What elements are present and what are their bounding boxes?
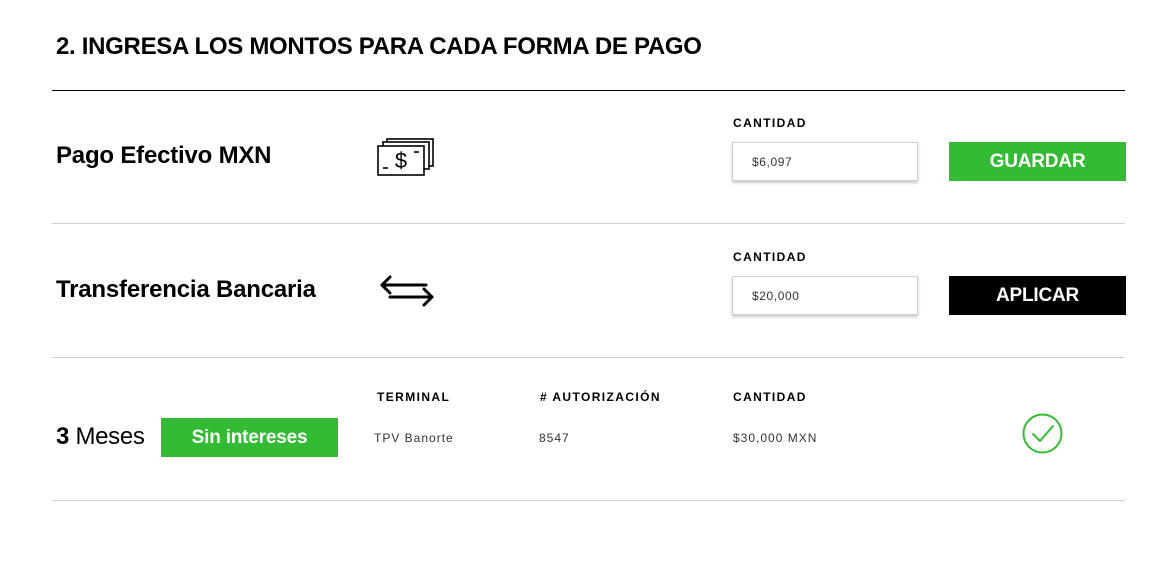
transfer-arrows-icon [380,275,436,314]
months-number: 3 [56,423,70,450]
cash-icon: $ [377,138,435,183]
authorization-value: 8547 [539,431,570,445]
cash-amount-input[interactable] [732,142,918,181]
authorization-column-header: # AUTORIZACIÓN [540,390,661,404]
cash-row-title: Pago Efectivo MXN [56,142,272,169]
card-amount-value: $30,000 MXN [733,431,818,445]
transfer-row-title: Transferencia Bancaria [56,276,316,303]
page-title: 2. INGRESA LOS MONTOS PARA CADA FORMA DE… [56,33,702,60]
bottom-divider [52,500,1125,501]
transfer-amount-input[interactable] [732,276,918,315]
months-word: Meses [75,423,145,450]
months-label: 3 Meses [56,423,145,451]
interest-free-badge: Sin intereses [161,418,338,457]
terminal-value: TPV Banorte [374,431,454,445]
check-circle-icon [1022,413,1063,459]
apply-button[interactable]: APLICAR [949,276,1126,315]
row-divider [52,357,1125,358]
row-divider [52,223,1125,224]
top-divider [52,90,1125,91]
terminal-column-header: TERMINAL [377,390,451,404]
cash-amount-label: CANTIDAD [733,116,807,130]
amount-column-header: CANTIDAD [733,390,807,404]
transfer-amount-label: CANTIDAD [733,250,807,264]
save-button[interactable]: GUARDAR [949,142,1126,181]
svg-text:$: $ [395,148,407,173]
